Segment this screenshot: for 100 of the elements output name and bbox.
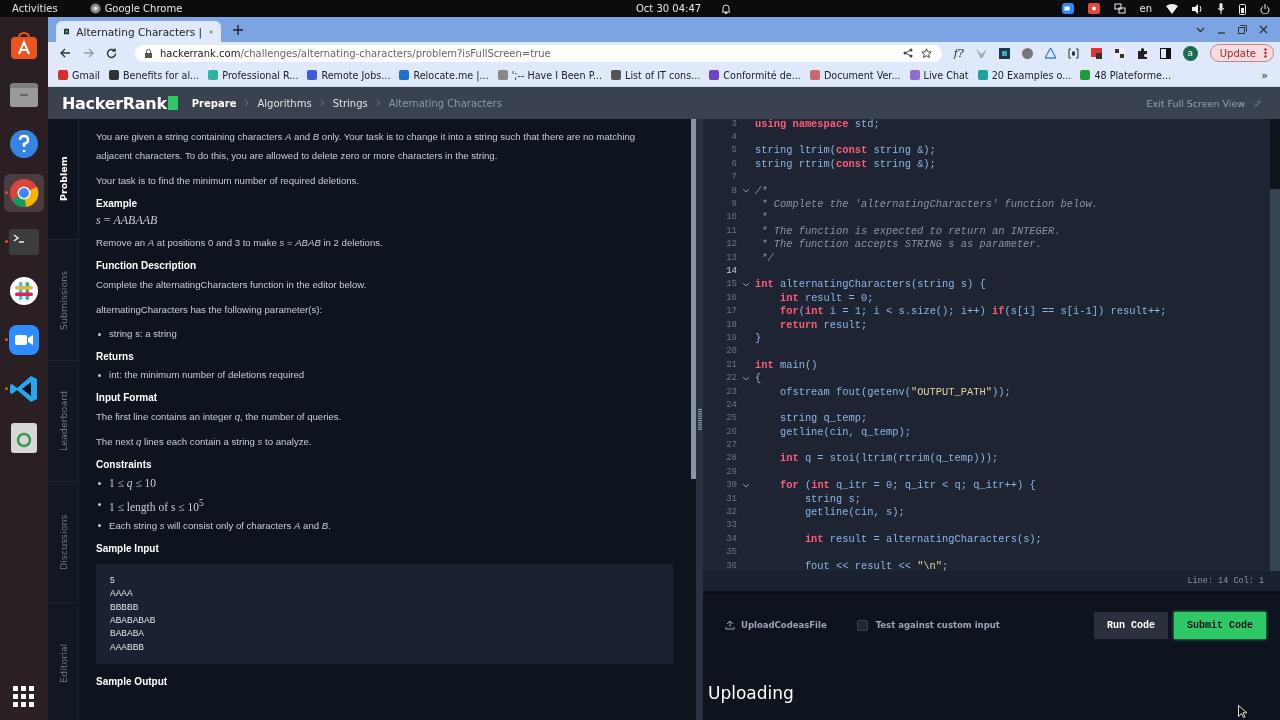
address-bar[interactable]: hackerrank.com/challenges/alternating-characters/problem?isFullScreen=true <box>135 44 942 62</box>
exit-fullscreen-link[interactable]: Exit Full Screen View <box>1146 97 1245 109</box>
puzzle-icon[interactable] <box>1136 47 1148 59</box>
clock[interactable]: Oct 30 04:47 <box>636 3 702 14</box>
code-line: string s; <box>803 492 861 505</box>
share-icon[interactable] <box>902 48 913 58</box>
bookmark[interactable]: Professional R... <box>208 69 299 81</box>
kebab-menu-icon[interactable] <box>1264 48 1267 58</box>
line-number: 18 <box>725 319 737 330</box>
bullet-icon <box>98 482 101 485</box>
paragraph: The first line contains an integer q, the number of queries. <box>96 410 343 424</box>
bookmark[interactable]: Relocate.me |... <box>399 69 489 81</box>
new-tab-icon[interactable] <box>233 24 243 35</box>
chevron-down-icon[interactable] <box>1196 26 1205 33</box>
section-heading: Constraints <box>96 459 153 470</box>
code-line: 5 <box>110 573 115 587</box>
bookmark[interactable]: 20 Examples o... <box>977 69 1072 81</box>
upload-button[interactable]: UploadCodeasFile <box>725 620 827 630</box>
run-code-button[interactable]: Run Code <box>1093 611 1168 639</box>
mouse-pointer-icon <box>1238 705 1247 718</box>
wifi-icon[interactable] <box>1166 3 1178 14</box>
section-heading: Sample Output <box>96 676 169 688</box>
bookmark[interactable]: Document Ver... <box>809 69 901 81</box>
close-icon[interactable] <box>1259 25 1268 34</box>
bookmark[interactable]: Gmail <box>58 69 100 81</box>
power-icon[interactable] <box>1260 3 1270 14</box>
line-number: 27 <box>725 440 737 451</box>
checkbox-label[interactable]: Test against custom input <box>875 620 1000 630</box>
side-panel-icon[interactable] <box>1159 47 1171 59</box>
volume-icon[interactable] <box>1192 3 1203 14</box>
profile-avatar[interactable]: a <box>1182 45 1198 61</box>
line-number: 32 <box>725 507 737 517</box>
code-line: } <box>755 331 762 344</box>
extension-icon[interactable] <box>998 47 1010 59</box>
bookmark[interactable]: 48 Plateforme... <box>1080 69 1172 81</box>
code-line: ABABABAB <box>110 614 156 628</box>
scrollbar[interactable] <box>1270 189 1280 571</box>
code-line: int result = alternatingCharacters(s); <box>803 532 1042 545</box>
browser-tab[interactable]: Alternating Characters | <box>56 21 221 42</box>
code-line: { <box>755 372 762 385</box>
dock-item[interactable] <box>4 174 44 212</box>
screens-icon[interactable] <box>1113 3 1126 14</box>
line-number: 36 <box>725 560 737 571</box>
line-number: 22 <box>725 373 737 384</box>
paragraph: You are given a string containing characters A and B only. Your task is to change it into a string such that there are no matching adjacent characters. To do this, you are allowed to delete zero or more characters in the string. <box>96 130 637 163</box>
scrollbar[interactable] <box>691 119 696 479</box>
bookmark[interactable]: Remote Jobs... <box>307 69 391 81</box>
vertical-tab[interactable]: Discussions <box>48 482 78 603</box>
breadcrumb-link[interactable]: Algorithms <box>257 97 312 109</box>
breadcrumb-link[interactable]: Strings <box>332 97 368 109</box>
hash-logo-icon <box>9 276 39 306</box>
submit-code-button[interactable]: Submit Code <box>1174 611 1266 639</box>
resize-handle[interactable] <box>698 409 702 431</box>
paragraph: alternatingCharacters has the following parameter(s): <box>96 303 324 317</box>
vertical-tab[interactable]: Submissions <box>48 240 78 361</box>
bookmark[interactable]: List of IT cons... <box>611 69 701 81</box>
math-formula: 1 ≤ q ≤ 10 <box>109 476 157 492</box>
vertical-tab[interactable]: Editorial <box>48 603 78 720</box>
browser-icon <box>9 178 39 208</box>
breadcrumb-link[interactable]: Prepare <box>191 97 237 109</box>
camera-icon[interactable] <box>1061 3 1074 14</box>
checkbox[interactable] <box>856 619 868 631</box>
vertical-tab[interactable]: Leaderboard <box>48 361 78 482</box>
code-line: ofstream fout(getenv("OUTPUT_PATH")); <box>778 385 1011 398</box>
code-line: int result = 0; <box>778 291 874 304</box>
code-line: string ltrim(const string &); <box>755 144 936 157</box>
microphone-icon[interactable] <box>1217 3 1225 14</box>
line-number: 16 <box>725 292 737 303</box>
extension-icon[interactable] <box>1090 47 1102 59</box>
code-line: AAABBB <box>110 640 145 654</box>
more-bookmarks-button[interactable]: » <box>1261 68 1268 82</box>
tab-title: Alternating Characters | <box>76 25 203 38</box>
bookmark[interactable]: Live Chat <box>909 69 969 81</box>
line-number: 23 <box>725 386 737 397</box>
battery-icon[interactable] <box>1239 2 1246 15</box>
star-icon[interactable] <box>920 47 932 59</box>
bookmark[interactable]: Benefits for al... <box>109 69 200 81</box>
record-icon[interactable] <box>1087 3 1100 14</box>
line-number: 4 <box>730 132 737 143</box>
activities-button[interactable]: Activities <box>12 3 58 14</box>
reload-icon[interactable] <box>106 47 117 59</box>
restore-icon[interactable] <box>1238 25 1247 34</box>
bookmark[interactable]: Conformité de... <box>709 69 801 81</box>
logo[interactable]: HackerRank <box>62 93 178 113</box>
app-menu[interactable]: Google Chrome <box>104 3 183 14</box>
extension-icon[interactable] <box>1113 47 1125 59</box>
code-line: * The function is expected to return an INTEGER. <box>760 224 1061 237</box>
app-grid-icon[interactable] <box>13 686 35 708</box>
line-number: 10 <box>725 212 737 223</box>
bookmark[interactable]: ';-- Have I Been P... <box>497 69 603 81</box>
back-icon[interactable] <box>60 48 71 58</box>
code-line: AAAA <box>110 587 133 601</box>
extension-button[interactable]: f? <box>953 46 964 60</box>
extension-icon[interactable] <box>1067 47 1079 59</box>
language-indicator[interactable]: en <box>1139 3 1152 14</box>
code-line: int main() <box>755 358 818 371</box>
code-line: int alternatingCharacters(string s) { <box>755 278 986 291</box>
list-item: Each string s will consist only of characters A and B. <box>109 518 331 533</box>
update-button[interactable]: Update <box>1209 44 1274 62</box>
bullet-icon <box>98 524 101 528</box>
